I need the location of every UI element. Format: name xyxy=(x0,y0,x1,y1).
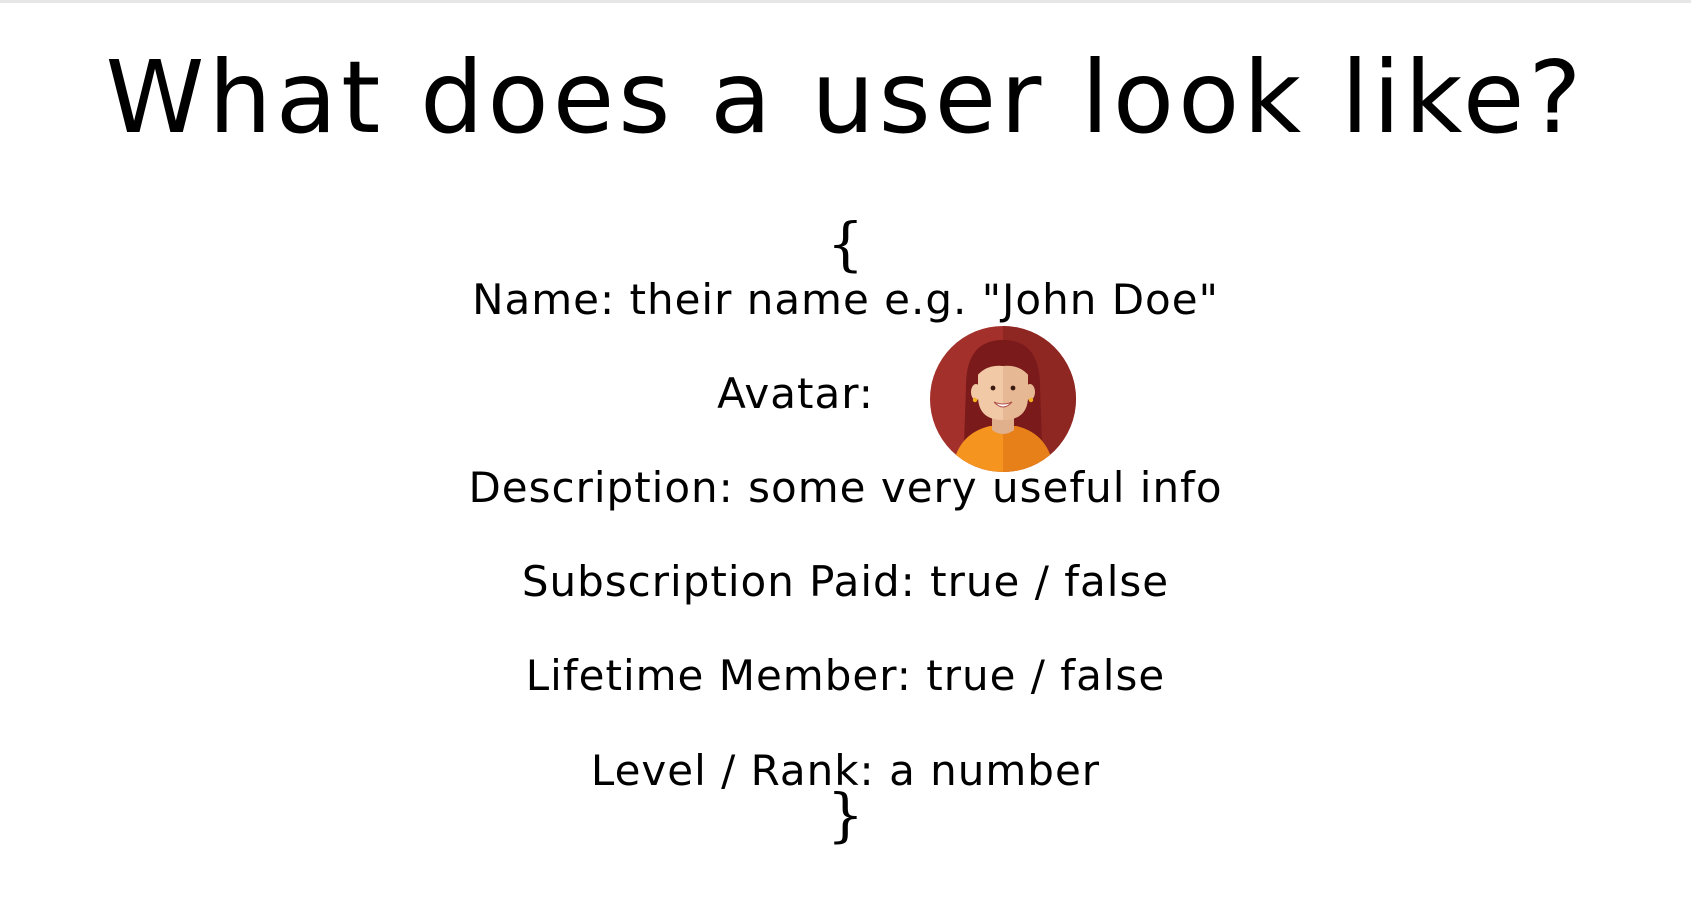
field-description: Description: some very useful info xyxy=(468,463,1223,512)
woman-avatar-icon xyxy=(930,326,1076,472)
field-name: Name: their name e.g. "John Doe" xyxy=(472,275,1219,324)
slide-title: What does a user look like? xyxy=(105,39,1586,156)
field-lifetime-member: Lifetime Member: true / false xyxy=(525,651,1166,700)
field-subscription-paid: Subscription Paid: true / false xyxy=(521,557,1170,606)
field-avatar-label: Avatar: xyxy=(717,369,874,418)
close-brace: } xyxy=(827,781,864,849)
slide-top-border xyxy=(0,0,1691,3)
field-avatar: Avatar: xyxy=(0,366,1691,422)
open-brace: { xyxy=(827,210,864,278)
